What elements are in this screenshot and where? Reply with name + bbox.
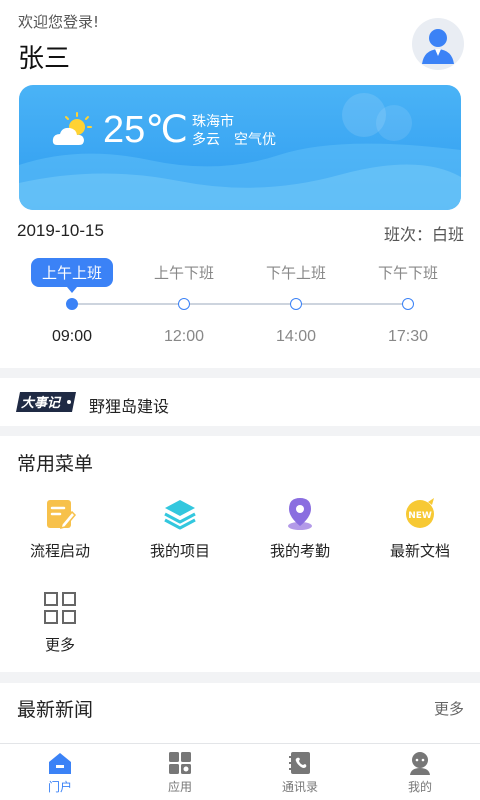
tab-label-apps: 应用 (167, 780, 192, 794)
tab-contacts[interactable]: 通讯录 (240, 744, 360, 800)
latest-news-section: 最新新闻 更多 (0, 683, 480, 743)
step-dot-morning-out (178, 298, 190, 310)
menu-item-more[interactable]: 更多 (0, 590, 120, 655)
menu-label-attendance: 我的考勤 (269, 542, 330, 560)
temperature: 25℃ (103, 109, 188, 151)
step-label-morning-out[interactable]: 上午下班 (134, 262, 234, 283)
apps-icon (169, 752, 191, 774)
attendance-timeline: 上午上班 上午下班 下午上班 下午下班 09:00 12:00 14:00 17… (0, 252, 480, 352)
home-header: 欢迎您登录! 张三 25℃ 珠海市 多云 空气优 2019-10-15 班次：白… (0, 0, 480, 368)
contacts-icon (289, 752, 310, 774)
tab-mine[interactable]: 我的 (360, 744, 480, 800)
events-headline[interactable]: 野狸岛建设 (89, 393, 169, 417)
shift-label: 班次：白班 (383, 225, 464, 244)
home-icon (49, 753, 71, 774)
menu-title: 常用菜单 (17, 453, 94, 475)
menu-label-process: 流程启动 (29, 542, 90, 560)
weather-card[interactable]: 25℃ 珠海市 多云 空气优 (19, 85, 461, 210)
location-pin-icon (288, 498, 312, 530)
common-menu: 常用菜单 流程启动 我的项目 我的考勤 NEW 最新文档 更多 (0, 436, 480, 672)
step-time-morning-in: 09:00 (51, 328, 93, 345)
attendance-date: 2019-10-15 (17, 221, 104, 240)
tab-label-mine: 我的 (407, 780, 432, 794)
menu-label-projects: 我的项目 (149, 542, 210, 560)
step-time-afternoon-out: 17:30 (387, 328, 429, 345)
events-ticker[interactable]: 大事记 野狸岛建设 (0, 378, 480, 426)
grid-icon (44, 592, 76, 624)
menu-item-projects[interactable]: 我的项目 (120, 496, 240, 561)
step-label-afternoon-in[interactable]: 下午上班 (246, 262, 346, 283)
events-tag-logo: 大事记 (16, 392, 76, 412)
menu-label-documents: 最新文档 (389, 542, 450, 560)
svg-text:NEW: NEW (408, 511, 432, 521)
tab-portal[interactable]: 门户 (0, 744, 120, 800)
user-name: 张三 (18, 44, 71, 74)
latest-news-title: 最新新闻 (17, 699, 94, 721)
welcome-text: 欢迎您登录! (18, 13, 100, 31)
air-quality: 空气优 (234, 132, 276, 148)
new-badge-icon: NEW (406, 498, 434, 528)
partly-cloudy-icon (52, 112, 92, 145)
tab-label-contacts: 通讯录 (281, 780, 318, 794)
menu-item-documents[interactable]: NEW 最新文档 (360, 496, 480, 561)
step-dot-afternoon-in (290, 298, 302, 310)
user-avatar-icon (422, 29, 454, 64)
layers-icon (164, 500, 196, 530)
menu-item-process[interactable]: 流程启动 (0, 496, 120, 561)
step-time-morning-out: 12:00 (163, 328, 205, 345)
step-label-morning-in[interactable]: 上午上班 (31, 258, 113, 293)
latest-news-more-link[interactable]: 更多 (434, 698, 464, 719)
bottom-tab-bar: 门户 应用 通讯录 我的 (0, 743, 480, 800)
weather-city: 珠海市 (192, 114, 234, 130)
events-tag-text: 大事记 (21, 395, 62, 411)
weather-conditions: 多云 空气优 (192, 129, 276, 149)
step-time-afternoon-in: 14:00 (275, 328, 317, 345)
tab-apps[interactable]: 应用 (120, 744, 240, 800)
weather-condition: 多云 (192, 132, 220, 148)
step-label-afternoon-out[interactable]: 下午下班 (358, 262, 458, 283)
tab-label-portal: 门户 (47, 780, 72, 794)
timeline-track (72, 303, 408, 305)
edit-doc-icon (47, 500, 77, 530)
menu-label-more: 更多 (44, 636, 75, 654)
menu-item-attendance[interactable]: 我的考勤 (240, 496, 360, 561)
step-dot-afternoon-out (402, 298, 414, 310)
avatar[interactable] (412, 18, 464, 70)
step-dot-morning-in (66, 298, 78, 310)
profile-icon (410, 752, 430, 775)
